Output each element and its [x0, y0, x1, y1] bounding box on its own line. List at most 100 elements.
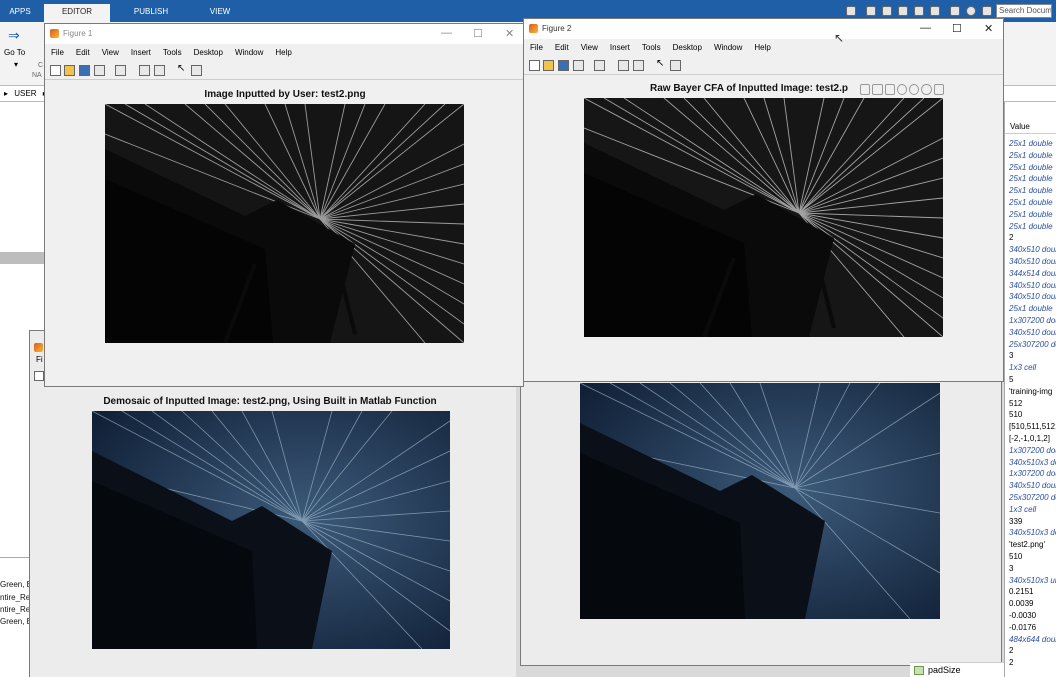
- menu-desktop[interactable]: Desktop: [194, 44, 223, 62]
- zoom-out-icon[interactable]: [921, 84, 932, 95]
- menu-help[interactable]: Help: [275, 44, 291, 62]
- open-file-icon[interactable]: [543, 60, 554, 71]
- tab-apps[interactable]: APPS: [0, 4, 40, 22]
- workspace-value[interactable]: 0.0039: [1009, 598, 1033, 610]
- paste-icon[interactable]: [898, 6, 908, 16]
- menu-file[interactable]: File: [51, 44, 64, 62]
- workspace-value[interactable]: 340x510 double: [1009, 291, 1056, 303]
- workspace-value[interactable]: 5: [1009, 374, 1013, 386]
- figure-1-window[interactable]: Figure 1 — ☐ ✕ File Edit View Insert Too…: [44, 23, 524, 387]
- tab-view[interactable]: VIEW: [188, 4, 252, 22]
- workspace-value[interactable]: 2: [1009, 657, 1013, 669]
- save-icon[interactable]: [79, 65, 90, 76]
- copy-icon[interactable]: [882, 6, 892, 16]
- close-button[interactable]: ✕: [984, 22, 993, 35]
- goto-button-label[interactable]: Go To: [4, 48, 25, 57]
- workspace-value[interactable]: 340x510x3 uint8: [1009, 575, 1056, 587]
- workspace-value[interactable]: 340x510 double: [1009, 480, 1056, 492]
- help-icon[interactable]: [966, 6, 976, 16]
- minimize-button[interactable]: —: [920, 22, 931, 34]
- colorbar-icon[interactable]: [139, 65, 150, 76]
- workspace-value[interactable]: [-2,-1,0,1,2]: [1009, 433, 1050, 445]
- figure-4-window[interactable]: [520, 378, 1002, 666]
- redo-icon[interactable]: [930, 6, 940, 16]
- workspace-value[interactable]: 512: [1009, 398, 1022, 410]
- menu-window[interactable]: Window: [714, 39, 742, 57]
- tab-publish[interactable]: PUBLISH: [118, 4, 184, 22]
- close-button[interactable]: ✕: [505, 27, 514, 40]
- property-editor-icon[interactable]: [191, 65, 202, 76]
- menu-desktop[interactable]: Desktop: [673, 39, 702, 57]
- menu-tools[interactable]: Tools: [642, 39, 661, 57]
- workspace-value[interactable]: 'training-img: [1009, 386, 1052, 398]
- workspace-value[interactable]: 1x307200 double: [1009, 315, 1056, 327]
- save-icon[interactable]: [846, 6, 856, 16]
- maximize-button[interactable]: ☐: [952, 22, 962, 35]
- workspace-value[interactable]: 344x514 double: [1009, 268, 1056, 280]
- print-icon[interactable]: [94, 65, 105, 76]
- workspace-value[interactable]: 510: [1009, 551, 1022, 563]
- path-arrow-icon[interactable]: ▸: [4, 89, 8, 98]
- workspace-variable-row[interactable]: padSize: [910, 662, 1004, 677]
- workspace-value[interactable]: 3: [1009, 563, 1013, 575]
- workspace-value[interactable]: 340x510x3 double: [1009, 457, 1056, 469]
- workspace-value[interactable]: 'test2.png': [1009, 539, 1045, 551]
- home-icon[interactable]: [933, 84, 944, 95]
- workspace-value[interactable]: 1x307200 double: [1009, 445, 1056, 457]
- save-icon[interactable]: [558, 60, 569, 71]
- switch-windows-icon[interactable]: [950, 6, 960, 16]
- figure-2-window[interactable]: Figure 2 — ☐ ✕ File Edit View Insert Too…: [523, 18, 1004, 382]
- workspace-value[interactable]: 1x3 cell: [1009, 362, 1036, 374]
- workspace-value[interactable]: 2: [1009, 645, 1013, 657]
- workspace-value[interactable]: 510: [1009, 409, 1022, 421]
- workspace-value[interactable]: 339: [1009, 516, 1022, 528]
- menu-file[interactable]: File: [530, 39, 543, 57]
- workspace-value[interactable]: 0.2151: [1009, 586, 1033, 598]
- workspace-value[interactable]: 25x1 double: [1009, 150, 1053, 162]
- link-plot-icon[interactable]: [594, 60, 605, 71]
- goto-dropdown-icon[interactable]: ▾: [14, 60, 18, 69]
- workspace-value[interactable]: 25x1 double: [1009, 185, 1053, 197]
- figure-2-titlebar[interactable]: Figure 2 — ☐ ✕: [524, 19, 1003, 39]
- menu-help[interactable]: Help: [754, 39, 770, 57]
- property-editor-icon[interactable]: [670, 60, 681, 71]
- workspace-value[interactable]: 340x510 double: [1009, 327, 1056, 339]
- print-icon[interactable]: [573, 60, 584, 71]
- brush-icon[interactable]: [872, 84, 883, 95]
- export-icon[interactable]: [860, 84, 871, 95]
- dropdown-icon[interactable]: [982, 6, 992, 16]
- legend-icon[interactable]: [633, 60, 644, 71]
- workspace-value[interactable]: -0.0030: [1009, 610, 1036, 622]
- figure-1-titlebar[interactable]: Figure 1 — ☐ ✕: [45, 24, 523, 44]
- tab-editor[interactable]: EDITOR: [44, 4, 110, 22]
- search-documentation-input[interactable]: Search Documentation: [996, 4, 1052, 18]
- menu-tools[interactable]: Tools: [163, 44, 182, 62]
- workspace-value[interactable]: 340x510 double: [1009, 244, 1056, 256]
- path-segment-user[interactable]: USER: [14, 89, 36, 98]
- workspace-value[interactable]: 484x644 double: [1009, 634, 1056, 646]
- menu-edit[interactable]: Edit: [555, 39, 569, 57]
- legend-icon[interactable]: [154, 65, 165, 76]
- workspace-value[interactable]: 25x1 double: [1009, 138, 1053, 150]
- workspace-value[interactable]: 340x510 double: [1009, 280, 1056, 292]
- new-figure-icon[interactable]: [50, 65, 61, 76]
- pointer-icon[interactable]: ↖: [177, 63, 188, 74]
- workspace-value[interactable]: 25x1 double: [1009, 197, 1053, 209]
- pointer-icon[interactable]: ↖: [656, 58, 667, 69]
- workspace-value[interactable]: 25x1 double: [1009, 173, 1053, 185]
- workspace-value[interactable]: 25x1 double: [1009, 209, 1053, 221]
- pan-icon[interactable]: [896, 84, 908, 95]
- workspace-value[interactable]: 3: [1009, 350, 1013, 362]
- workspace-value-header[interactable]: Value: [1005, 120, 1056, 134]
- colorbar-icon[interactable]: [618, 60, 629, 71]
- goto-arrow-icon[interactable]: ⇒: [8, 28, 24, 42]
- menu-view[interactable]: View: [581, 39, 598, 57]
- menu-insert[interactable]: Insert: [131, 44, 151, 62]
- minimize-button[interactable]: —: [441, 27, 452, 39]
- workspace-value[interactable]: -0.0176: [1009, 622, 1036, 634]
- new-figure-icon[interactable]: [529, 60, 540, 71]
- command-window[interactable]: Green, E ntire_Red ntire_Re Green, E: [0, 557, 35, 677]
- undo-icon[interactable]: [914, 6, 924, 16]
- workspace-value[interactable]: 25x1 double: [1009, 303, 1053, 315]
- maximize-button[interactable]: ☐: [473, 27, 483, 40]
